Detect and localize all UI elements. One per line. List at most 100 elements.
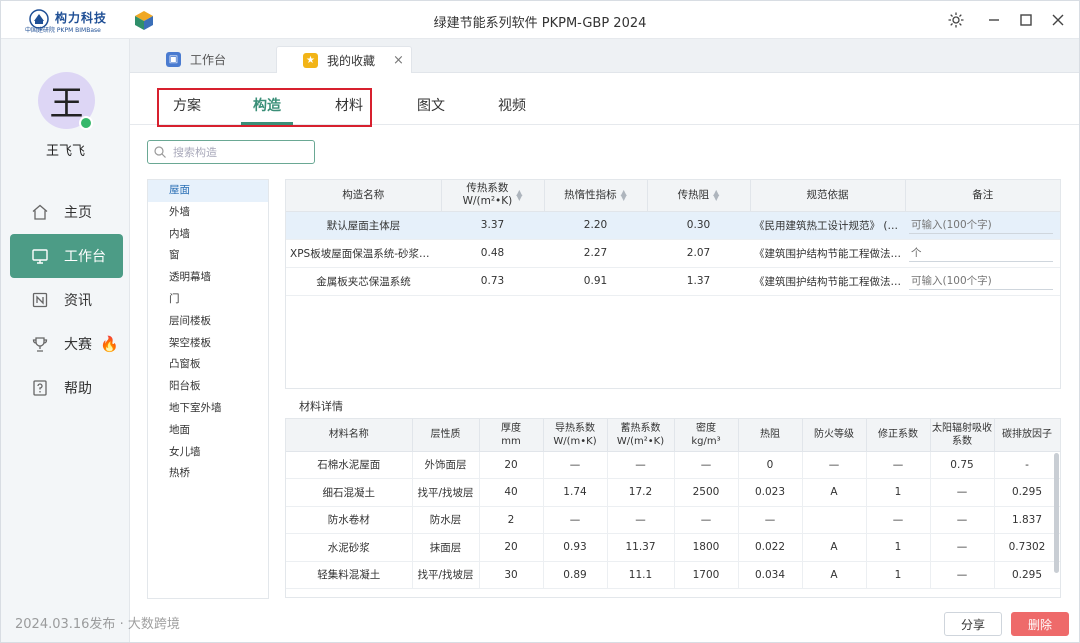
table-cell: 0.023 [738, 478, 803, 507]
table-cell: 找平/找坡层 [412, 561, 480, 589]
table-cell: 3.37 [441, 211, 544, 240]
category-item[interactable]: 透明幕墙 [148, 267, 268, 289]
category-item[interactable]: 窗 [148, 245, 268, 267]
sidebar-item-workbench[interactable]: 工作台 [10, 234, 123, 278]
category-item[interactable]: 女儿墙 [148, 442, 268, 464]
category-item[interactable]: 地面 [148, 420, 268, 442]
column-header: 太阳辐射吸收系数 [930, 419, 995, 452]
username: 王飞飞 [45, 144, 85, 159]
table-cell: 0.93 [543, 533, 608, 562]
column-header: 构造名称 [286, 180, 442, 212]
category-item[interactable]: 屋面 [148, 180, 268, 202]
table-cell: — [866, 451, 931, 479]
close-window-icon[interactable] [1047, 9, 1069, 31]
category-item[interactable]: 凸窗板 [148, 354, 268, 376]
annotation-highlight-box [157, 88, 372, 127]
table-cell: 1.837 [994, 506, 1060, 534]
table-cell: 1.37 [647, 267, 750, 296]
search-input[interactable] [173, 145, 313, 159]
column-header[interactable]: 传热系数 W/(m²•K)▲ ▼ [441, 180, 545, 212]
sort-icon[interactable]: ▲ ▼ [713, 188, 719, 201]
sort-icon[interactable]: ▲ ▼ [516, 189, 522, 202]
category-item[interactable]: 架空楼板 [148, 333, 268, 355]
table-cell: 1 [866, 561, 931, 589]
category-item[interactable]: 地下室外墙 [148, 398, 268, 420]
online-check-icon [79, 116, 93, 130]
table-cell: 20 [479, 533, 544, 562]
table-cell: 轻集料混凝土 [286, 561, 413, 589]
note-cell [905, 239, 1060, 268]
table-cell: 1 [866, 533, 931, 562]
table-cell: 0.295 [994, 478, 1060, 507]
table-cell: 20 [479, 451, 544, 479]
search-box[interactable] [147, 140, 315, 164]
close-tab-icon[interactable]: × [393, 53, 404, 68]
category-item[interactable]: 门 [148, 289, 268, 311]
tab-graphic[interactable]: 图文 [417, 95, 445, 115]
table-row[interactable]: 水泥砂浆 抹面层 20 0.93 11.37 1800 0.022 A 1—0.7302 [286, 533, 1060, 562]
delete-button[interactable]: 删除 [1011, 612, 1069, 636]
fire-icon: 🔥 [100, 335, 119, 353]
table-cell: 0.7302 [994, 533, 1060, 562]
column-header: 蓄热系数 W/(m²•K) [607, 419, 675, 452]
table-row[interactable]: 默认屋面主体层3.372.200.30《民用建筑热工设计规范》 (GB 5017… [286, 211, 1060, 240]
column-header: 碳排放因子 [994, 419, 1060, 452]
table-cell: — [802, 451, 867, 479]
column-header[interactable]: 热惰性指标 ▲ ▼ [544, 180, 648, 212]
table-row[interactable]: 金属板夹芯保温系统0.730.911.37《建筑围护结构节能工程做法及数据》 [286, 267, 1060, 296]
category-item[interactable]: 热桥 [148, 463, 268, 485]
note-input[interactable] [909, 272, 1053, 290]
table-row[interactable]: 细石混凝土 找平/找坡层 40 1.74 17.2 2500 0.023 A 1—0.295 [286, 478, 1060, 507]
note-input[interactable] [909, 244, 1053, 262]
table-cell: 2.27 [544, 239, 647, 268]
table-cell: — [866, 506, 931, 534]
table-cell: 2 [479, 506, 544, 534]
table-cell: 1800 [674, 533, 739, 562]
table-cell: 《建筑围护结构节能工程做法及数据》 [750, 267, 905, 296]
table-cell: 0.30 [647, 211, 750, 240]
table-cell: 2.07 [647, 239, 750, 268]
table-cell: 0 [738, 451, 803, 479]
table-cell: — [930, 533, 995, 562]
table-cell: 外饰面层 [412, 451, 480, 479]
monitor-icon [30, 246, 50, 266]
table-cell: 《建筑围护结构节能工程做法及数据》 [750, 239, 905, 268]
tab-workbench[interactable]: ▣ 工作台 [158, 46, 268, 73]
table-cell: 0.91 [544, 267, 647, 296]
minimize-icon[interactable] [983, 9, 1005, 31]
materials-scrollbar[interactable] [1054, 453, 1059, 573]
category-item[interactable]: 阳台板 [148, 376, 268, 398]
sidebar-item-label: 帮助 [64, 381, 92, 397]
table-cell: — [543, 506, 608, 534]
sidebar-item-news[interactable]: 资讯 [10, 278, 123, 322]
table-cell: A [802, 478, 867, 507]
tab-video[interactable]: 视频 [498, 95, 526, 115]
sidebar-item-home[interactable]: 主页 [10, 190, 123, 234]
settings-gear-icon[interactable] [945, 9, 967, 31]
column-header: 层性质 [412, 419, 480, 452]
note-input[interactable] [909, 216, 1053, 234]
table-cell: 水泥砂浆 [286, 533, 413, 562]
column-header[interactable]: 传热阻 ▲ ▼ [647, 180, 751, 212]
favorites-panel: 方案 构造 材料 图文 视频 屋面外墙内墙窗透明幕墙门层间楼板架空楼板凸窗板阳台… [130, 73, 1079, 642]
sort-icon[interactable]: ▲ ▼ [621, 188, 627, 201]
tab-favorites[interactable]: ★ 我的收藏 × [276, 46, 412, 73]
table-row[interactable]: 轻集料混凝土 找平/找坡层 30 0.89 11.1 1700 0.034 A 1—0.295 [286, 561, 1060, 589]
table-row[interactable]: 石棉水泥屋面 外饰面层 20— — —0— —0.75- [286, 451, 1060, 479]
maximize-icon[interactable] [1015, 9, 1037, 31]
table-cell: 细石混凝土 [286, 478, 413, 507]
star-icon: ★ [303, 52, 318, 68]
table-cell: 11.37 [607, 533, 675, 562]
title-bar: 构力科技 中国建研院 PKPM BIMBase 绿建节能系列软件 PKPM-GB… [1, 1, 1079, 39]
sidebar-item-help[interactable]: 帮助 [10, 366, 123, 410]
sidebar-item-contest[interactable]: 大赛 🔥 [10, 322, 123, 366]
table-cell: — [543, 451, 608, 479]
category-item[interactable]: 层间楼板 [148, 311, 268, 333]
share-button[interactable]: 分享 [944, 612, 1002, 636]
table-row[interactable]: 防水卷材 防水层 2— — — — — —1.837 [286, 506, 1060, 534]
category-item[interactable]: 外墙 [148, 202, 268, 224]
table-cell: — [607, 506, 675, 534]
category-item[interactable]: 内墙 [148, 224, 268, 246]
trophy-icon [30, 334, 50, 354]
table-row[interactable]: XPS板坡屋面保温系统-砂浆卧瓦 0.48 2.27 2.07 《建筑围护结构节能工程做… [286, 239, 1060, 268]
